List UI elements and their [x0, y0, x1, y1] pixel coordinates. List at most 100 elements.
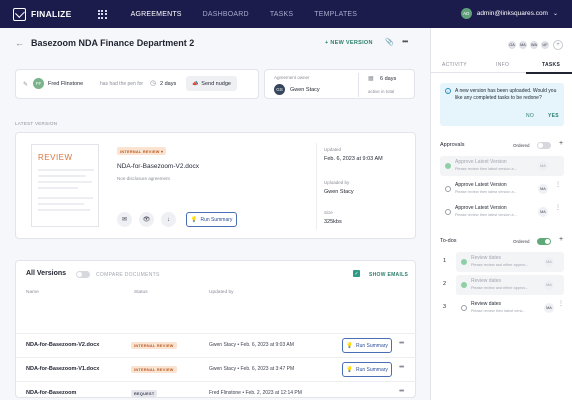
view-icon[interactable]: 👁: [139, 212, 154, 227]
thumbnail-line: [38, 197, 93, 199]
todos-ordered-label: Ordered: [513, 239, 530, 244]
more-options-icon[interactable]: •••: [399, 364, 404, 371]
version-name[interactable]: NDA-for-Basezoom-V2.docx: [26, 342, 99, 348]
thumbnail-title: REVIEW: [38, 153, 73, 162]
column-header-updated-by: Updated by: [209, 290, 234, 295]
tab-activity[interactable]: ACTIVITY: [442, 62, 467, 68]
check-circle-icon[interactable]: [461, 282, 467, 288]
pen-holder-name: Fred Flinstone: [48, 81, 84, 87]
show-emails-label[interactable]: SHOW EMAILS: [369, 272, 408, 278]
tab-tasks[interactable]: TASKS: [542, 62, 560, 68]
task-description: Please review then latest versi...: [471, 309, 526, 313]
run-summary-label: Run Summary: [355, 366, 388, 373]
kebab-menu-icon[interactable]: ⋮: [555, 205, 561, 211]
compare-documents-label[interactable]: COMPARE DOCUMENTS: [96, 272, 160, 278]
nav-dashboard[interactable]: DASHBOARD: [203, 11, 249, 18]
add-approval-icon[interactable]: +: [559, 140, 563, 147]
column-header-name: Name: [26, 290, 39, 295]
thumbnail-line: [38, 203, 84, 205]
run-summary-button[interactable]: 💡 Run Summary: [342, 362, 392, 377]
version-name[interactable]: NDA-for-Basezoom-V1.docx: [26, 366, 99, 372]
approvals-ordered-label: Ordered: [513, 143, 530, 148]
empty-circle-icon[interactable]: [445, 186, 451, 192]
table-row[interactable]: NDA-for-Basezoom-V2.docx INTERNAL REVIEW…: [16, 333, 417, 357]
approval-item[interactable]: Approve Latest Version Please review the…: [440, 179, 564, 199]
avatar[interactable]: GA: [507, 40, 517, 50]
avatar: MA: [544, 280, 554, 290]
todo-item[interactable]: Review dates Please review and either ap…: [456, 252, 564, 272]
thumbnail-line: [38, 187, 78, 189]
thumbnail-line: [38, 209, 90, 211]
more-options-icon[interactable]: •••: [399, 388, 404, 395]
todo-number: 2: [443, 281, 447, 287]
nav-tasks[interactable]: TASKS: [270, 11, 293, 18]
owner-days-sub: active in total: [368, 89, 395, 94]
download-icon[interactable]: ↓: [161, 212, 176, 227]
email-icon[interactable]: ✉: [117, 212, 132, 227]
app-logo[interactable]: FINALIZE: [13, 7, 72, 21]
show-emails-checkbox[interactable]: ✓: [353, 270, 360, 277]
avatar[interactable]: UF: [540, 40, 550, 50]
divider: [358, 73, 359, 97]
user-menu[interactable]: AD admin@linksquares.com ⌄: [460, 8, 558, 19]
avatar[interactable]: MA: [518, 40, 528, 50]
task-description: Please review and either approv...: [471, 263, 529, 267]
status-badge[interactable]: INTERNAL REVIEW ▾: [117, 147, 167, 155]
nav-agreements[interactable]: AGREEMENTS: [131, 11, 182, 18]
avatar[interactable]: WA: [529, 40, 539, 50]
latest-document-name[interactable]: NDA-for-Basezoom-V2.docx: [117, 163, 199, 170]
todo-item[interactable]: Review dates Please review then latest v…: [456, 298, 564, 318]
avatar: FF: [33, 78, 44, 89]
task-description: Please review then latest version a...: [455, 190, 517, 194]
attachment-icon[interactable]: 📎: [385, 38, 394, 46]
add-collaborator-icon[interactable]: +: [553, 40, 563, 50]
check-circle-icon[interactable]: [461, 259, 467, 265]
check-circle-icon[interactable]: [445, 163, 451, 169]
thumbnail-line: [38, 181, 92, 183]
chevron-down-icon: ⌄: [552, 11, 558, 17]
compare-documents-toggle[interactable]: [76, 271, 90, 278]
table-row[interactable]: NDA-for-Basezoom REQUEST Fred Flinstone …: [16, 381, 417, 399]
more-options-icon[interactable]: •••: [399, 340, 404, 347]
todo-item[interactable]: Review dates Please review and either ap…: [456, 275, 564, 295]
send-nudge-button[interactable]: 📣 Send nudge: [186, 76, 237, 91]
version-name[interactable]: NDA-for-Basezoom: [26, 390, 76, 396]
approval-item[interactable]: Approve Latest Version Please review the…: [440, 156, 564, 176]
thumbnail-line: [38, 169, 94, 171]
kebab-menu-icon[interactable]: ⋮: [558, 301, 564, 307]
empty-circle-icon[interactable]: [461, 305, 467, 311]
kebab-menu-icon[interactable]: ⋮: [555, 182, 561, 188]
notice-no-button[interactable]: NO: [526, 113, 534, 119]
main-content: ← Basezoom NDA Finance Department 2 + NE…: [0, 28, 430, 400]
task-description: Please review then latest version a...: [455, 213, 517, 217]
version-updated: Gwen Stacy • Feb. 6, 2023 at 9:03 AM: [209, 342, 294, 348]
empty-circle-icon[interactable]: [445, 209, 451, 215]
megaphone-icon: 📣: [192, 80, 199, 87]
task-description: Please review then latest version a...: [455, 167, 517, 171]
owner-days: 6 days: [380, 76, 397, 82]
approvals-ordered-toggle[interactable]: [537, 142, 551, 149]
tab-info[interactable]: INFO: [496, 62, 509, 68]
notice-yes-button[interactable]: YES: [548, 113, 559, 119]
size-label: Size: [324, 210, 333, 215]
table-row[interactable]: NDA-for-Basezoom-V1.docx INTERNAL REVIEW…: [16, 357, 417, 381]
status-badge: INTERNAL REVIEW: [131, 342, 177, 349]
document-thumbnail[interactable]: REVIEW: [31, 144, 99, 227]
task-title: Review dates: [471, 255, 502, 261]
run-summary-button[interactable]: 💡 Run Summary: [186, 212, 237, 227]
more-options-icon[interactable]: •••: [402, 37, 408, 46]
add-todo-icon[interactable]: +: [559, 236, 563, 243]
latest-version-card: REVIEW INTERNAL REVIEW ▾ NDA-for-Basezoo…: [15, 132, 416, 239]
updated-label: Updated: [324, 147, 342, 152]
app-grid-icon[interactable]: [97, 9, 107, 19]
owner-card: Agreement owner GS Gwen Stacy ▦ 6 days a…: [264, 69, 415, 99]
back-arrow-icon[interactable]: ←: [15, 38, 24, 48]
nav-templates[interactable]: TEMPLATES: [314, 11, 357, 18]
new-version-button[interactable]: + NEW VERSION: [325, 40, 373, 46]
approval-item[interactable]: Approve Latest Version Please review the…: [440, 202, 564, 222]
todos-ordered-toggle[interactable]: [537, 238, 551, 245]
side-panel: GA MA WA UF + ACTIVITY INFO TASKS i A ne…: [430, 28, 572, 400]
run-summary-button[interactable]: 💡 Run Summary: [342, 338, 392, 353]
owner-name: Gwen Stacy: [290, 87, 320, 93]
latest-version-label: LATEST VERSION: [15, 121, 58, 126]
